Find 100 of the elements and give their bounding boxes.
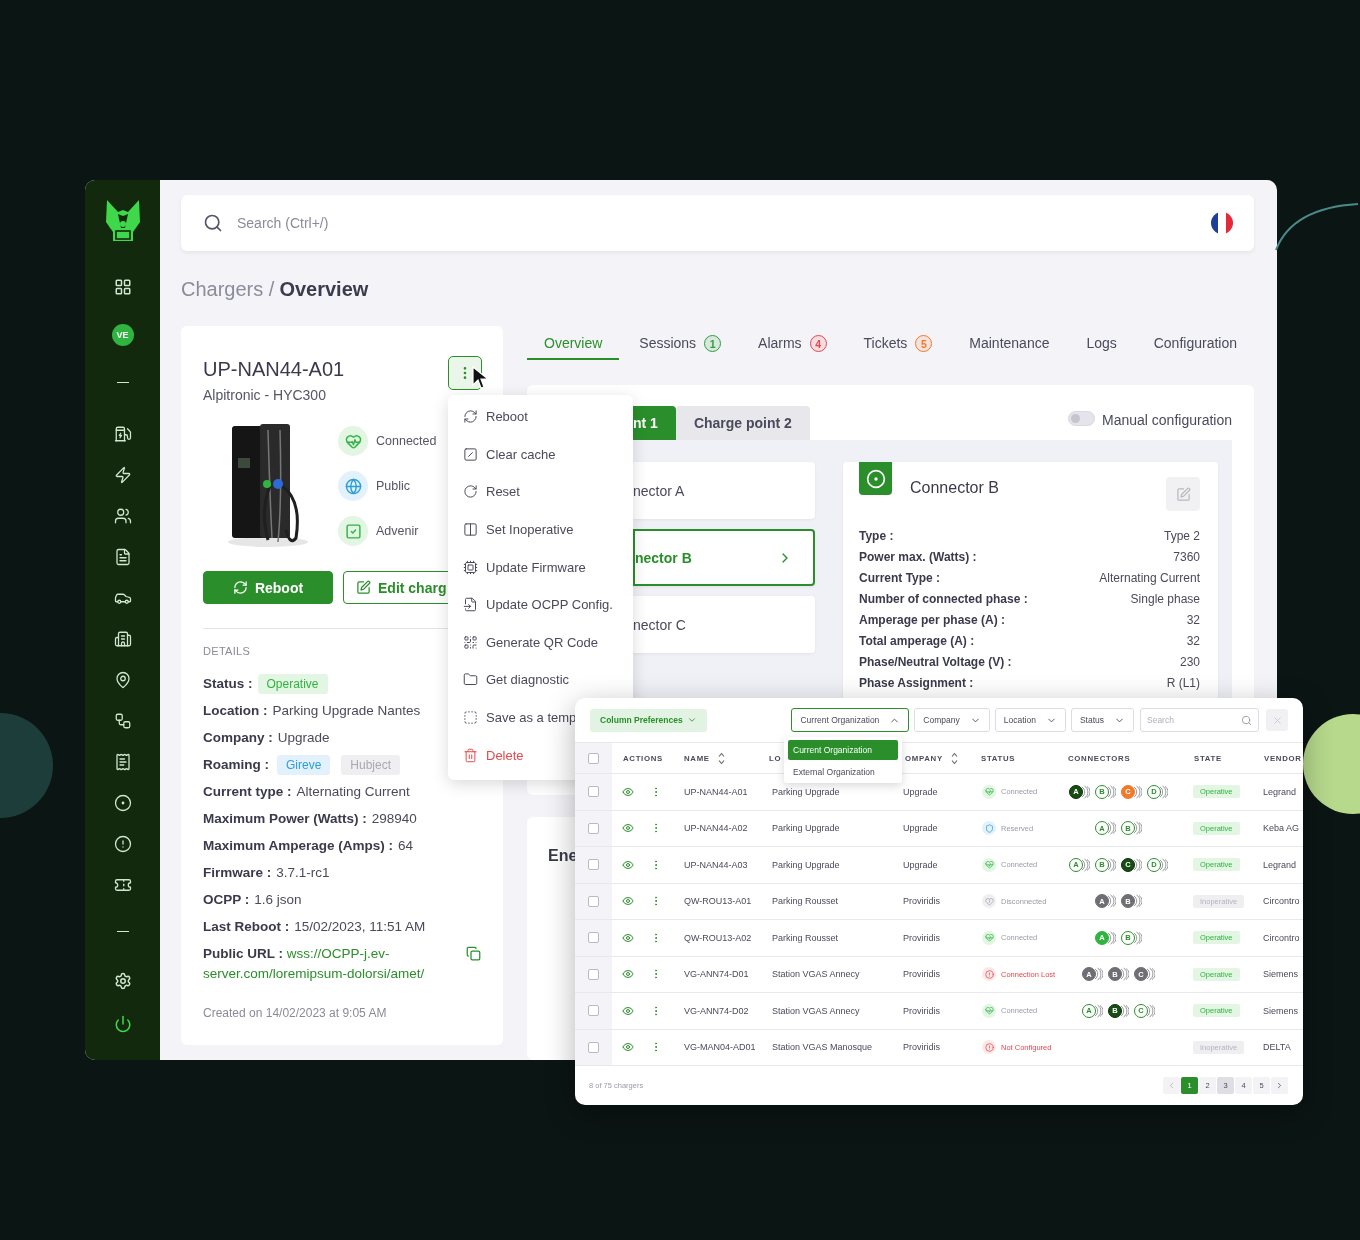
tab[interactable]: Tickets 5 — [846, 326, 950, 360]
alert-icon[interactable] — [113, 834, 132, 853]
table-cell-text: Upgrade — [902, 859, 939, 870]
dropdown-option[interactable]: Current Organization — [788, 740, 898, 760]
chevron-right-icon — [1275, 1081, 1284, 1090]
menu-item[interactable]: Set Inoperative — [448, 510, 633, 549]
spec-value: 7360 — [1173, 549, 1200, 564]
spec-label: Number of connected phase : — [859, 591, 1028, 606]
connector-item[interactable]: nector C — [633, 596, 815, 653]
table-cell-text: Station VGAS Manosque — [771, 1042, 874, 1053]
tab[interactable]: Logs — [1069, 326, 1134, 360]
view-icon[interactable] — [622, 858, 634, 871]
slashed-square-icon — [463, 446, 478, 462]
view-icon[interactable] — [622, 1041, 634, 1054]
tab[interactable]: Configuration — [1136, 326, 1254, 360]
table-cell-text: DELTA — [1262, 1042, 1292, 1053]
charge-point-tab[interactable]: Charge point 2 — [675, 406, 810, 440]
toggle-switch[interactable] — [1068, 411, 1095, 426]
bolt-icon[interactable] — [113, 465, 132, 484]
public-url-text[interactable]: Public URL : wss://OCPP-j.ev-server.com/loremipsum-dolorsi/amet/ — [203, 944, 449, 984]
edit-icon — [1175, 486, 1191, 502]
connector-item[interactable]: nector A — [633, 462, 815, 519]
tab[interactable]: Maintenance — [952, 326, 1067, 360]
document-icon[interactable] — [113, 547, 132, 566]
wave-icon — [1081, 857, 1090, 872]
menu-item[interactable]: Reboot — [448, 398, 633, 436]
menu-item[interactable]: Reset — [448, 473, 633, 511]
settings-icon[interactable] — [113, 971, 132, 990]
search-field[interactable]: Search (Ctrl+/) — [235, 214, 1198, 232]
detail-value: 298940 — [371, 810, 417, 828]
view-icon[interactable] — [622, 822, 634, 835]
view-icon[interactable] — [622, 1004, 634, 1017]
wave-icon — [1159, 857, 1168, 872]
view-icon[interactable] — [622, 895, 634, 908]
circle-icon[interactable] — [113, 793, 132, 812]
wave-icon — [1107, 894, 1116, 909]
detail-value: 64 — [398, 837, 414, 855]
menu-item[interactable]: Generate QR Code — [448, 623, 633, 662]
table-cell-text: Legrand — [1262, 859, 1298, 870]
power-icon[interactable] — [113, 1014, 132, 1033]
table-cell-text: QW-ROU13-A01 — [683, 896, 753, 907]
filter-dropdown[interactable]: Current Organization — [791, 708, 910, 732]
location-pin-icon[interactable] — [113, 670, 132, 689]
count-badge: 5 — [915, 335, 933, 352]
flag-icon[interactable] — [1210, 211, 1234, 235]
charger-icon[interactable] — [113, 424, 132, 443]
search-bar[interactable]: Search (Ctrl+/) — [181, 195, 1254, 251]
trash-icon — [463, 747, 478, 763]
wave-icon — [1081, 784, 1090, 799]
file-icon — [463, 597, 478, 613]
globe-icon — [344, 477, 362, 495]
detail-label: Status : — [203, 675, 253, 693]
checkbox[interactable] — [588, 895, 599, 907]
checkbox[interactable] — [588, 1005, 599, 1017]
tab[interactable]: Overview — [527, 326, 620, 360]
search-field[interactable]: Search — [1147, 715, 1241, 725]
detail-value: Parking Upgrade Nantes — [272, 702, 421, 720]
roaming-tag: Hubject — [341, 755, 401, 775]
dashboard-icon[interactable] — [113, 277, 132, 296]
view-icon[interactable] — [622, 968, 634, 981]
invoice-icon[interactable] — [113, 752, 132, 771]
column-preferences-button[interactable]: Column Preferences — [590, 708, 707, 732]
checkbox[interactable] — [588, 968, 599, 980]
reboot-button[interactable]: Reboot — [203, 571, 333, 604]
checkbox[interactable] — [588, 822, 599, 834]
page-title: Overview — [279, 277, 369, 301]
view-icon[interactable] — [622, 785, 634, 798]
filter-dropdown[interactable]: Status — [1070, 708, 1134, 732]
filter-dropdown[interactable]: Company — [914, 708, 990, 732]
wave-icon — [1107, 784, 1116, 799]
tab[interactable]: Sessions 1 — [622, 326, 739, 360]
charge-point-tab[interactable]: nt 1 — [633, 406, 676, 440]
edit-icon — [356, 580, 371, 595]
folder-icon — [463, 672, 478, 688]
menu-item[interactable]: Get diagnostic — [448, 661, 633, 699]
tab[interactable]: Alarms 4 — [741, 326, 844, 360]
menu-item[interactable]: Clear cache — [448, 435, 633, 474]
copy-icon[interactable] — [466, 946, 481, 961]
table-cell-text: VG-ANN74-D02 — [683, 1005, 750, 1016]
building-icon[interactable] — [113, 629, 132, 648]
checkbox[interactable] — [588, 1041, 599, 1053]
cursor-icon — [472, 366, 490, 390]
wave-icon — [1107, 857, 1116, 872]
search-icon — [203, 213, 223, 233]
alert-icon — [984, 969, 994, 979]
sort-icon[interactable] — [950, 751, 958, 765]
checkbox[interactable] — [588, 859, 599, 871]
reset-icon — [463, 484, 478, 500]
connector-item[interactable]: nector B — [633, 529, 815, 586]
network-icon[interactable] — [113, 711, 132, 730]
search-bar[interactable]: Search — [1140, 708, 1259, 732]
checkbox[interactable] — [588, 786, 599, 798]
table-cell-text: VG-ANN74-D01 — [683, 969, 750, 980]
checkbox[interactable] — [588, 752, 599, 764]
view-icon[interactable] — [622, 931, 634, 944]
filter-dropdown[interactable]: Location — [994, 708, 1066, 732]
checkbox[interactable] — [588, 932, 599, 944]
dropdown-option[interactable]: External Organization — [788, 763, 898, 780]
sort-icon[interactable] — [717, 751, 725, 765]
users-icon[interactable] — [113, 506, 132, 525]
